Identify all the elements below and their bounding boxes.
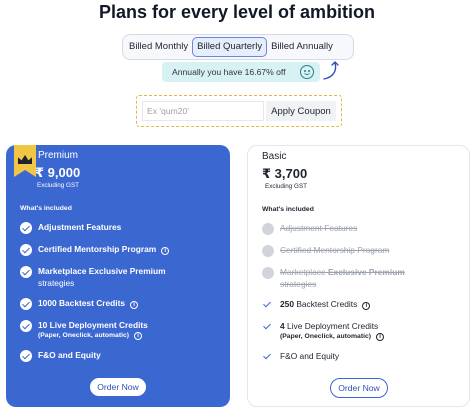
feature-bold-text: 4 <box>280 321 285 331</box>
unavailable-circle-icon <box>262 245 274 257</box>
feature-subtext: (Paper, Oneclick, automatic) <box>280 333 372 340</box>
premium-plan-card: Premium ₹ 9,000 Excluding GST What's inc… <box>6 145 230 407</box>
check-icon <box>262 322 272 332</box>
feature-bold-text: Exclusive Premium <box>327 267 405 277</box>
feature-subtext: strategies <box>280 279 317 289</box>
coupon-input[interactable] <box>142 101 264 121</box>
check-circle-icon <box>20 266 32 278</box>
feature-item: Marketplace Exclusive Premium strategies <box>20 265 220 289</box>
check-icon <box>262 352 272 362</box>
whats-included-label: What's included <box>20 205 72 212</box>
check-circle-icon <box>20 244 32 256</box>
billing-toggle: Billed Monthly Billed Quarterly Billed A… <box>122 34 354 60</box>
page-title: Plans for every level of ambition <box>98 2 376 22</box>
billing-annually-option[interactable]: Billed Annually <box>267 37 337 57</box>
feature-subtext: (Paper, Oneclick, automatic) <box>38 332 130 339</box>
info-icon[interactable]: i <box>161 247 170 255</box>
feature-item: Adjustment Features <box>20 221 220 234</box>
feature-text: F&O and Equity <box>38 350 101 360</box>
feature-item: Adjustment Features <box>262 222 462 235</box>
check-circle-icon <box>20 222 32 234</box>
info-icon[interactable]: i <box>130 301 139 309</box>
billing-quarterly-option[interactable]: Billed Quarterly <box>192 37 268 57</box>
premium-order-button[interactable]: Order Now <box>89 377 147 397</box>
crown-icon <box>18 155 32 164</box>
feature-item: Marketplace Exclusive Premium strategies <box>262 266 462 290</box>
feature-text: Live Deployment Credits <box>287 321 379 331</box>
feature-text: 1000 Backtest Credits <box>38 298 126 308</box>
check-circle-icon <box>20 350 32 362</box>
crown-badge <box>14 145 36 177</box>
plan-name: Premium <box>38 150 79 161</box>
feature-item: 1000 Backtest Credits i <box>20 297 220 310</box>
unavailable-circle-icon <box>262 223 274 235</box>
feature-subtext: strategies <box>38 278 75 288</box>
info-icon[interactable]: i <box>362 302 371 310</box>
feature-text: 10 Live Deployment Credits <box>38 320 148 330</box>
feature-item: F&O and Equity <box>20 349 220 362</box>
feature-text: Certified Mentorship Program <box>38 244 157 254</box>
feature-item: F&O and Equity <box>262 350 462 362</box>
whats-included-label: What's included <box>262 206 314 213</box>
check-circle-icon <box>20 320 32 332</box>
smiley-icon <box>300 65 314 79</box>
basic-plan-card: Basic ₹ 3,700 Excluding GST What's inclu… <box>247 145 470 407</box>
unavailable-circle-icon <box>262 267 274 279</box>
feature-item: 10 Live Deployment Credits (Paper, Onecli… <box>20 319 220 341</box>
feature-item: 250 Backtest Credits i <box>262 298 462 310</box>
check-circle-icon <box>20 298 32 310</box>
feature-item: Certified Mentorship Program <box>262 244 462 257</box>
feature-bold-text: 250 <box>280 299 294 309</box>
feature-item: Certified Mentorship Program i <box>20 243 220 256</box>
check-icon <box>262 300 272 310</box>
info-icon[interactable]: i <box>376 333 385 341</box>
savings-text: Annually you have 16.67% off <box>172 67 286 77</box>
price-note: Excluding GST <box>37 182 79 189</box>
plan-price: ₹ 3,700 <box>262 166 308 181</box>
feature-text: Marketplace Exclusive Premium <box>38 266 166 276</box>
price-note: Excluding GST <box>265 183 307 190</box>
feature-text: Adjustment Features <box>38 222 122 232</box>
info-icon[interactable]: i <box>134 332 143 340</box>
coupon-box: Apply Coupon <box>136 95 342 127</box>
feature-text: F&O and Equity <box>280 351 340 361</box>
savings-banner: Annually you have 16.67% off <box>162 62 320 82</box>
feature-item: 4 Live Deployment Credits (Paper, Oneclic… <box>262 320 462 342</box>
feature-text: Backtest Credits <box>296 299 358 309</box>
plan-price: ₹ 9,000 <box>35 165 81 180</box>
feature-text: Certified Mentorship Program <box>280 245 390 255</box>
plan-name: Basic <box>262 151 287 162</box>
feature-text: Marketplace <box>280 267 326 277</box>
feature-text: Adjustment Features <box>280 223 358 233</box>
billing-monthly-option[interactable]: Billed Monthly <box>125 37 192 57</box>
basic-order-button[interactable]: Order Now <box>330 378 388 398</box>
apply-coupon-button[interactable]: Apply Coupon <box>266 101 336 121</box>
curved-arrow-icon <box>323 61 339 80</box>
